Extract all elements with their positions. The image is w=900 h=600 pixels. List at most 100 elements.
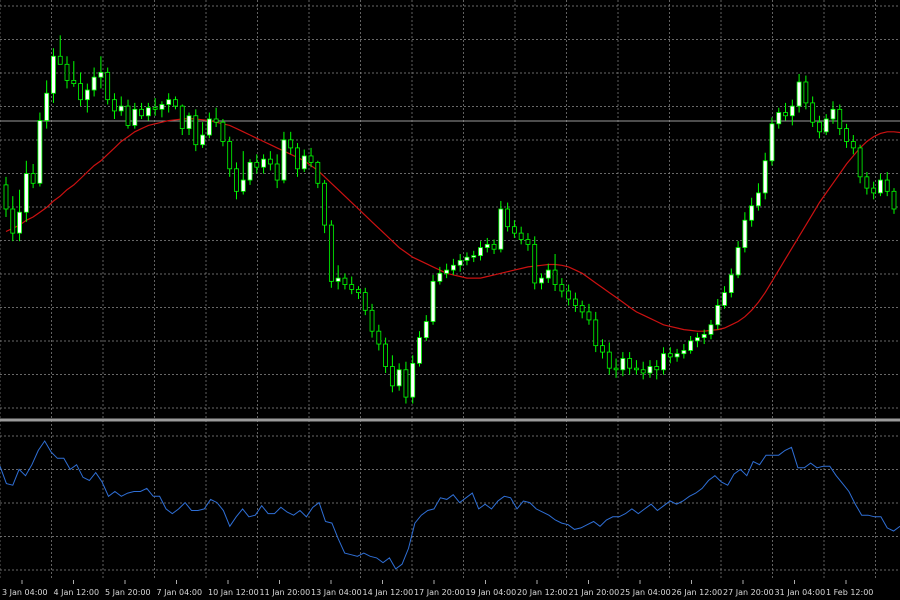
candle-body-down xyxy=(864,176,870,189)
candle-body-down xyxy=(179,105,185,130)
candle-body-up xyxy=(823,118,829,133)
candle-body-up xyxy=(301,155,307,170)
candle-body-down xyxy=(857,147,863,178)
candle-body-down xyxy=(173,99,178,107)
time-axis-label: 10 Jan 12:00 xyxy=(208,588,259,597)
candle-body-up xyxy=(132,108,138,126)
candle-body-up xyxy=(240,179,246,192)
time-axis-label: 13 Jan 04:00 xyxy=(311,588,362,597)
trading-chart[interactable]: 3 Jan 04:00 4 Jan 12:00 5 Jan 20:00 7 Jan 0… xyxy=(0,0,900,600)
candle-body-down xyxy=(342,277,348,285)
time-axis-label: 20 Jan 12:00 xyxy=(517,588,568,597)
candle-body-up xyxy=(166,99,172,105)
candle-body-down xyxy=(376,330,382,345)
candle-body-up xyxy=(878,179,883,194)
time-axis-label: 25 Jan 04:00 xyxy=(620,588,671,597)
candle xyxy=(281,131,287,184)
candle-body-down xyxy=(518,232,524,240)
candle-body-down xyxy=(573,298,578,306)
time-axis-label: 31 Jan 04:00 xyxy=(775,588,826,597)
candle-body-down xyxy=(213,118,219,123)
candle-body-up xyxy=(186,115,192,130)
candle-body-down xyxy=(227,141,233,170)
candle-body-up xyxy=(159,104,165,110)
candle-body-down xyxy=(667,353,673,358)
candle-body-down xyxy=(193,115,199,146)
candle-body-down xyxy=(579,305,585,313)
candle-body-up xyxy=(701,333,707,339)
candle-body-down xyxy=(613,367,619,371)
candle-body-down xyxy=(525,239,531,245)
candle-body-up xyxy=(715,305,721,326)
candle-body-down xyxy=(30,173,36,184)
candle-body-up xyxy=(681,350,687,355)
candle-body-down xyxy=(586,311,592,321)
candle-body-up xyxy=(478,247,483,257)
candle-body-down xyxy=(64,63,70,81)
candle-body-down xyxy=(322,182,327,226)
candle-body-down xyxy=(552,269,558,285)
candle-body-down xyxy=(71,79,77,84)
candle-body-down xyxy=(389,366,395,387)
candle-body-down xyxy=(634,367,639,371)
candle-body-up xyxy=(84,89,90,101)
chart-background xyxy=(0,0,900,600)
candle-body-up xyxy=(762,160,768,194)
candle xyxy=(322,180,327,234)
candle-body-up xyxy=(776,112,782,125)
candle-body-down xyxy=(112,99,117,112)
candle-body-down xyxy=(640,369,646,374)
candle-body-up xyxy=(674,353,680,358)
candle-body-down xyxy=(871,187,877,194)
candle-body-up xyxy=(200,134,205,146)
time-axis-label: 26 Jan 12:00 xyxy=(672,588,723,597)
candle xyxy=(328,220,334,288)
candle-body-down xyxy=(559,284,565,292)
time-axis-label: 21 Jan 20:00 xyxy=(569,588,620,597)
candle-body-down xyxy=(837,108,843,130)
candle-body-down xyxy=(267,158,273,165)
candle-body-up xyxy=(206,118,212,136)
candle-body-down xyxy=(139,108,144,117)
candle-body-up xyxy=(830,108,836,120)
candle-body-down xyxy=(315,161,321,184)
candle-body-up xyxy=(410,362,416,398)
candle-body-down xyxy=(152,107,158,110)
candle xyxy=(532,236,538,290)
candle-body-up xyxy=(450,264,456,271)
candle-body-down xyxy=(356,288,361,293)
candle-body-up xyxy=(620,358,626,371)
candle-body-up xyxy=(789,105,795,117)
candle-body-down xyxy=(810,102,816,123)
candle-body-up xyxy=(444,269,450,274)
time-axis-label: 11 Jan 20:00 xyxy=(260,588,311,597)
candle-body-up xyxy=(769,123,775,162)
candle-body-down xyxy=(125,105,131,126)
candle-body-up xyxy=(742,219,748,248)
candle-body-down xyxy=(308,155,314,163)
candle-body-down xyxy=(288,139,294,149)
time-axis-label: 17 Jan 20:00 xyxy=(414,588,465,597)
candle-body-up xyxy=(796,81,802,107)
candle-body-down xyxy=(884,179,890,192)
candle-body-down xyxy=(274,163,280,181)
candle-body-down xyxy=(491,243,497,250)
time-axis-label: 14 Jan 12:00 xyxy=(363,588,414,597)
candle-body-up xyxy=(647,366,653,374)
candle-body-up xyxy=(498,208,504,250)
candle-body-down xyxy=(254,161,260,168)
candle-body-up xyxy=(44,92,50,121)
candle-body-down xyxy=(57,55,63,65)
candle-body-up xyxy=(261,158,266,168)
candle-body-up xyxy=(464,256,470,261)
candle-body-up xyxy=(471,255,477,258)
candle-body-up xyxy=(145,107,151,117)
candle xyxy=(430,274,436,325)
candle-body-down xyxy=(383,343,389,367)
candle-body-down xyxy=(532,243,538,284)
candle-body-down xyxy=(362,292,368,311)
candle-body-up xyxy=(335,277,341,282)
candle-body-down xyxy=(105,71,111,101)
time-axis-label: 7 Jan 04:00 xyxy=(157,588,203,597)
candle-body-down xyxy=(295,147,300,170)
